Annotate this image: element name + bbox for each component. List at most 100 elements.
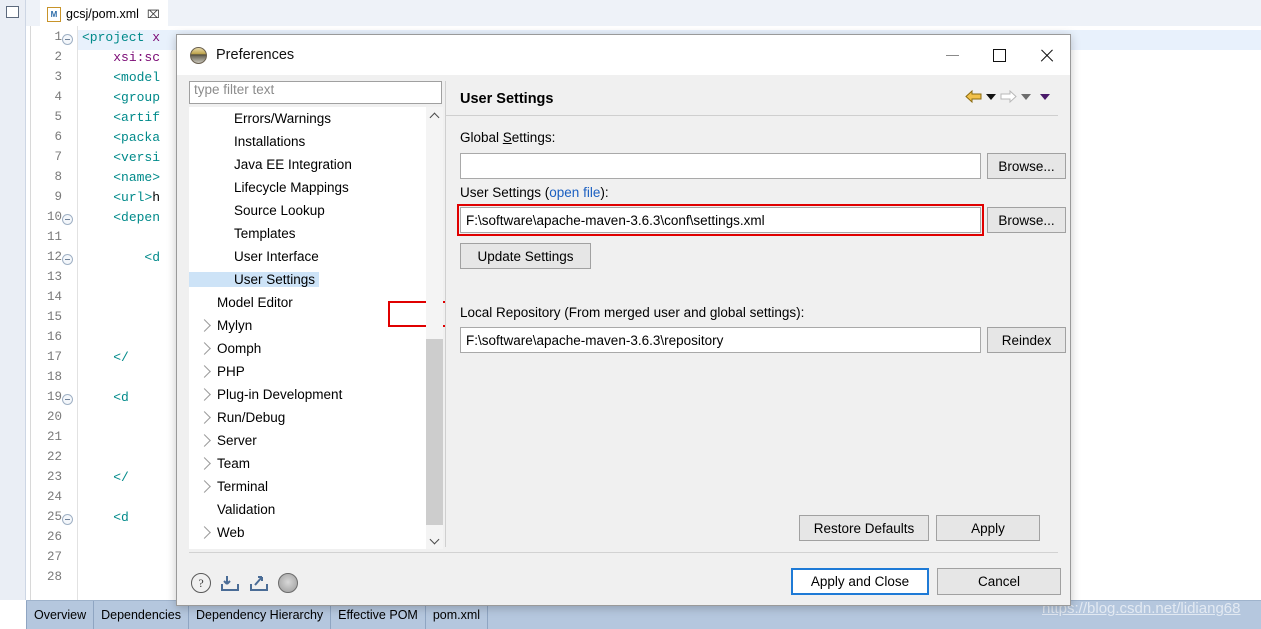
tree-item-label: Source Lookup [234,203,325,218]
code-line: <name> [113,170,161,185]
search-input[interactable]: type filter text [189,81,442,104]
tree-item-server[interactable]: Server [189,429,442,452]
restore-defaults-label: Restore Defaults [813,520,915,536]
line-number: 17 [46,350,62,364]
tree-item-java-ee-integration[interactable]: Java EE Integration [189,153,442,176]
eclipse-sphere-icon [190,46,207,64]
tree-item-web[interactable]: Web [189,521,442,544]
fold-marker[interactable] [62,34,73,45]
tree-item-plug-in-development[interactable]: Plug-in Development [189,383,442,406]
line-number: 8 [54,170,62,184]
tree-scrollbar[interactable] [426,107,443,549]
tree-item-errors-warnings[interactable]: Errors/Warnings [189,107,442,130]
form-tab-label: pom.xml [432,608,481,622]
line-number: 2 [54,50,62,64]
editor-tab-bar: M gcsj/pom.xml ⌧ [26,0,1261,26]
scroll-up-button[interactable] [426,107,443,124]
dialog-title-bar: Preferences [177,35,1070,75]
tree-item-terminal[interactable]: Terminal [189,475,442,498]
user-settings-label: User Settings (open file): [460,185,609,200]
scrollbar-thumb[interactable] [426,339,443,525]
tree-item-label: Validation [217,502,276,517]
page-navigation-icons [964,89,1050,104]
tree-item-run-debug[interactable]: Run/Debug [189,406,442,429]
back-dropdown-icon[interactable] [986,93,996,100]
minimize-icon [946,54,959,56]
scroll-down-button[interactable] [426,532,443,549]
form-tab-label: Dependencies [101,608,182,622]
tree-item-mylyn[interactable]: Mylyn [189,314,442,337]
close-icon[interactable]: ⌧ [147,8,160,21]
preferences-tree[interactable]: Errors/Warnings Installations Java EE Inte… [189,107,442,549]
restore-defaults-button[interactable]: Restore Defaults [799,515,929,541]
import-icon[interactable] [220,573,240,593]
line-number: 7 [54,150,62,164]
code-line: xsi:sc [113,50,161,65]
local-repository-input[interactable]: F:\software\apache-maven-3.6.3\repositor… [460,327,981,353]
tree-item-label: Installations [234,134,306,149]
line-number: 19 [46,390,62,404]
line-number: 24 [46,490,62,504]
tree-item-templates[interactable]: Templates [189,222,442,245]
editor-tab-pom-xml[interactable]: M gcsj/pom.xml ⌧ [40,0,168,26]
apply-button[interactable]: Apply [936,515,1040,541]
tree-item-php[interactable]: PHP [189,360,442,383]
cancel-button[interactable]: Cancel [937,568,1061,595]
form-tab-dependencies[interactable]: Dependencies [94,601,190,629]
line-number: 12 [46,250,62,264]
tree-item-team[interactable]: Team [189,452,442,475]
line-number: 9 [54,190,62,204]
tree-item-source-lookup[interactable]: Source Lookup [189,199,442,222]
tree-item-label: Errors/Warnings [234,111,332,126]
open-file-link[interactable]: open file [549,185,600,200]
view-menu-icon[interactable] [1040,93,1050,100]
line-number: 4 [54,90,62,104]
restore-window-icon[interactable] [6,6,19,18]
global-settings-browse-button[interactable]: Browse... [987,153,1066,179]
page-title: User Settings [460,91,554,107]
apply-and-close-button[interactable]: Apply and Close [791,568,929,595]
code-line: <versi [113,150,161,165]
fold-marker[interactable] [62,394,73,405]
close-icon [1039,48,1054,63]
toggle-icon[interactable] [278,573,298,593]
user-settings-browse-button[interactable]: Browse... [987,207,1066,233]
line-number: 27 [46,550,62,564]
global-settings-input[interactable] [460,153,981,179]
tree-item-label: Templates [234,226,296,241]
tree-item-model-editor[interactable]: Model Editor [189,291,442,314]
forward-dropdown-icon[interactable] [1021,93,1031,100]
line-number: 13 [46,270,62,284]
minimize-button[interactable] [929,35,976,75]
watermark: https://blog.csdn.net/lidiang68 [1042,600,1241,617]
update-settings-button[interactable]: Update Settings [460,243,591,269]
line-number: 14 [46,290,62,304]
line-number: 3 [54,70,62,84]
reindex-label: Reindex [1001,332,1052,348]
dialog-title: Preferences [216,47,295,63]
editor-tab-label: gcsj/pom.xml [66,7,139,21]
tree-item-user-interface[interactable]: User Interface [189,245,442,268]
fold-marker[interactable] [62,514,73,525]
back-arrow-icon[interactable] [964,89,983,104]
maximize-button[interactable] [976,35,1023,75]
code-line: <depen [113,210,161,225]
code-line: <model [113,70,161,85]
fold-marker[interactable] [62,214,73,225]
fold-marker[interactable] [62,254,73,265]
workbench-left-strip [0,0,26,600]
tree-item-installations[interactable]: Installations [189,130,442,153]
tree-item-validation[interactable]: Validation [189,498,442,521]
tree-item-oomph[interactable]: Oomph [189,337,442,360]
window-buttons [929,35,1070,75]
export-icon[interactable] [249,573,269,593]
tree-item-user-settings[interactable]: User Settings [189,268,442,291]
dialog-footer-icons: ? [191,573,298,593]
close-button[interactable] [1023,35,1070,75]
form-tab-overview[interactable]: Overview [26,601,95,629]
user-settings-input[interactable]: F:\software\apache-maven-3.6.3\conf\sett… [460,207,981,233]
help-icon[interactable]: ? [191,573,211,593]
reindex-button[interactable]: Reindex [987,327,1066,353]
tree-item-lifecycle-mappings[interactable]: Lifecycle Mappings [189,176,442,199]
global-settings-label: Global Settings: [460,130,555,145]
